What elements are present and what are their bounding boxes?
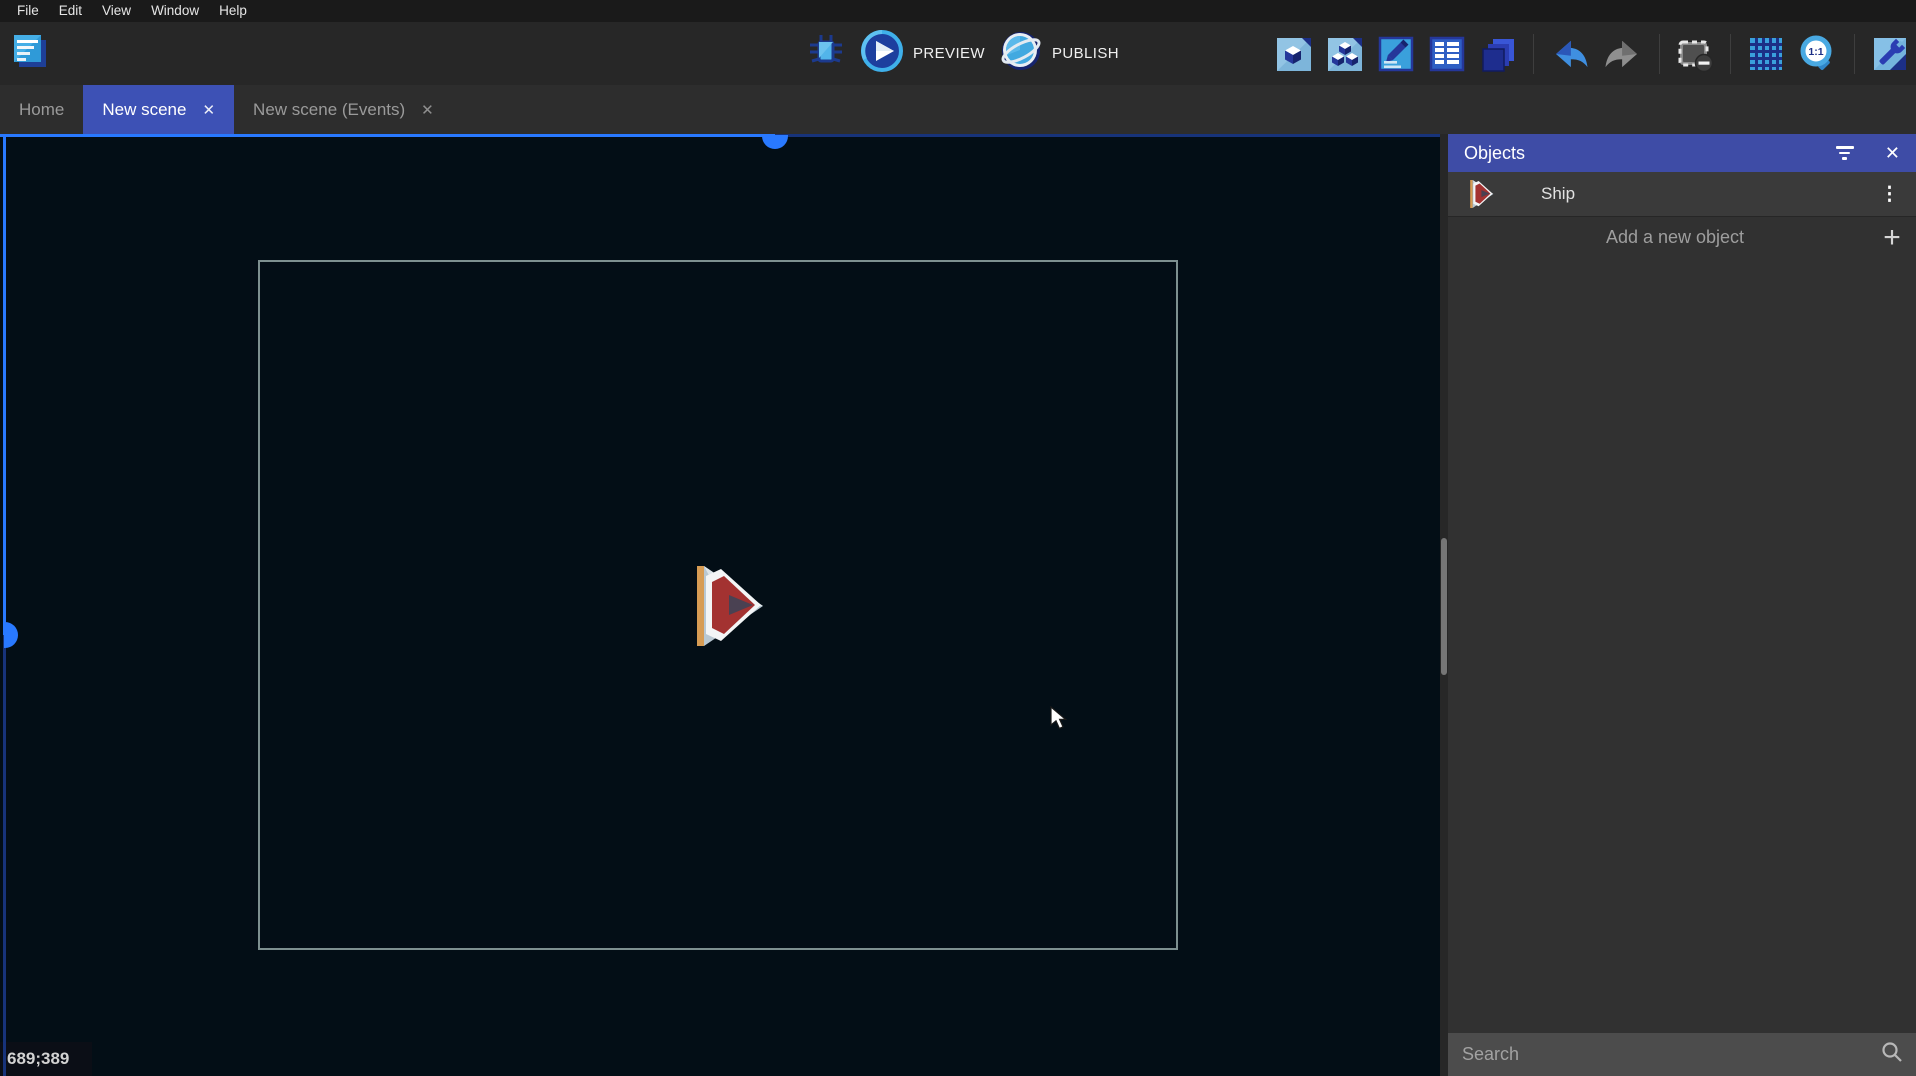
publish-label: PUBLISH: [1052, 45, 1119, 62]
publish-button[interactable]: PUBLISH: [999, 29, 1119, 78]
editor-tab-bar: Home New scene ✕ New scene (Events) ✕: [0, 85, 1916, 134]
object-name-label: Ship: [1541, 184, 1880, 204]
instances-list-icon[interactable]: [1427, 34, 1467, 74]
tab-new-scene-events-label: New scene (Events): [253, 100, 405, 120]
menu-view[interactable]: View: [92, 0, 141, 22]
toolbar-separator: [1854, 34, 1855, 74]
tab-close-icon[interactable]: ✕: [421, 101, 434, 119]
toolbar-separator: [1730, 34, 1731, 74]
layers-icon[interactable]: [1478, 34, 1518, 74]
mouse-cursor: [1050, 706, 1070, 734]
kebab-menu-icon[interactable]: ⋮: [1880, 183, 1900, 206]
close-icon[interactable]: ✕: [1885, 144, 1900, 162]
tab-new-scene-label: New scene: [102, 100, 186, 120]
menu-help[interactable]: Help: [209, 0, 257, 22]
panel-splitter[interactable]: [1440, 134, 1448, 1076]
publish-globe-icon: [999, 29, 1043, 78]
menu-window[interactable]: Window: [141, 0, 209, 22]
preview-play-icon: [860, 29, 904, 78]
undo-icon[interactable]: [1549, 33, 1591, 75]
tab-home[interactable]: Home: [0, 85, 83, 134]
menu-file[interactable]: File: [7, 0, 49, 22]
redo-icon[interactable]: [1602, 33, 1644, 75]
objects-panel-header: Objects ✕: [1448, 134, 1916, 172]
zoom-original-icon[interactable]: 1:1: [1797, 33, 1839, 75]
ship-object-icon: [1466, 179, 1494, 209]
toolbar-separator: [1533, 34, 1534, 74]
tab-home-label: Home: [19, 100, 64, 120]
svg-text:1:1: 1:1: [1808, 46, 1823, 58]
deselect-instances-icon[interactable]: [1675, 34, 1715, 74]
object-groups-icon[interactable]: [1325, 34, 1365, 74]
horizontal-scrollbar[interactable]: [0, 134, 1440, 137]
preview-button[interactable]: PREVIEW: [860, 29, 985, 78]
debugger-button[interactable]: [806, 31, 846, 76]
project-manager-icon: [10, 31, 52, 78]
scene-editor-canvas[interactable]: 689;389: [0, 134, 1440, 1076]
add-object-row[interactable]: Add a new object +: [1448, 217, 1916, 258]
toolbar-separator: [1659, 34, 1660, 74]
tab-new-scene-events[interactable]: New scene (Events) ✕: [234, 85, 453, 134]
scene-properties-wrench-icon[interactable]: [1870, 34, 1910, 74]
main-area: 689;389 Objects ✕ Ship ⋮ Add a new objec…: [0, 134, 1916, 1076]
filter-icon[interactable]: [1835, 146, 1855, 160]
tab-close-icon[interactable]: ✕: [202, 101, 215, 119]
search-icon[interactable]: [1880, 1040, 1904, 1069]
cursor-coordinates-badge: 689;389: [0, 1042, 92, 1076]
plus-icon[interactable]: +: [1868, 221, 1916, 255]
objects-search-bar: [1448, 1033, 1916, 1076]
objects-panel: Objects ✕ Ship ⋮ Add a new object +: [1448, 134, 1916, 1076]
objects-editor-icon[interactable]: [1274, 34, 1314, 74]
objects-search-input[interactable]: [1460, 1043, 1880, 1066]
menu-edit[interactable]: Edit: [49, 0, 92, 22]
properties-icon[interactable]: [1376, 34, 1416, 74]
debugger-bug-icon: [806, 31, 846, 76]
vertical-scrollbar-thumb[interactable]: [4, 622, 18, 648]
vertical-scrollbar[interactable]: [3, 134, 6, 1076]
horizontal-scrollbar-thumb[interactable]: [762, 135, 788, 149]
objects-panel-title: Objects: [1464, 143, 1835, 164]
panel-splitter-handle[interactable]: [1441, 538, 1447, 675]
add-object-label: Add a new object: [1448, 227, 1868, 248]
menu-bar: File Edit View Window Help: [0, 0, 1916, 22]
project-manager-button[interactable]: [10, 33, 52, 75]
main-toolbar: PREVIEW PUBLISH: [0, 22, 1916, 85]
object-row-ship[interactable]: Ship ⋮: [1448, 172, 1916, 217]
tab-new-scene[interactable]: New scene ✕: [83, 85, 234, 134]
ship-instance-sprite[interactable]: [685, 564, 765, 648]
preview-label: PREVIEW: [913, 45, 985, 62]
objects-panel-body: [1448, 258, 1916, 1033]
grid-icon[interactable]: [1746, 34, 1786, 74]
